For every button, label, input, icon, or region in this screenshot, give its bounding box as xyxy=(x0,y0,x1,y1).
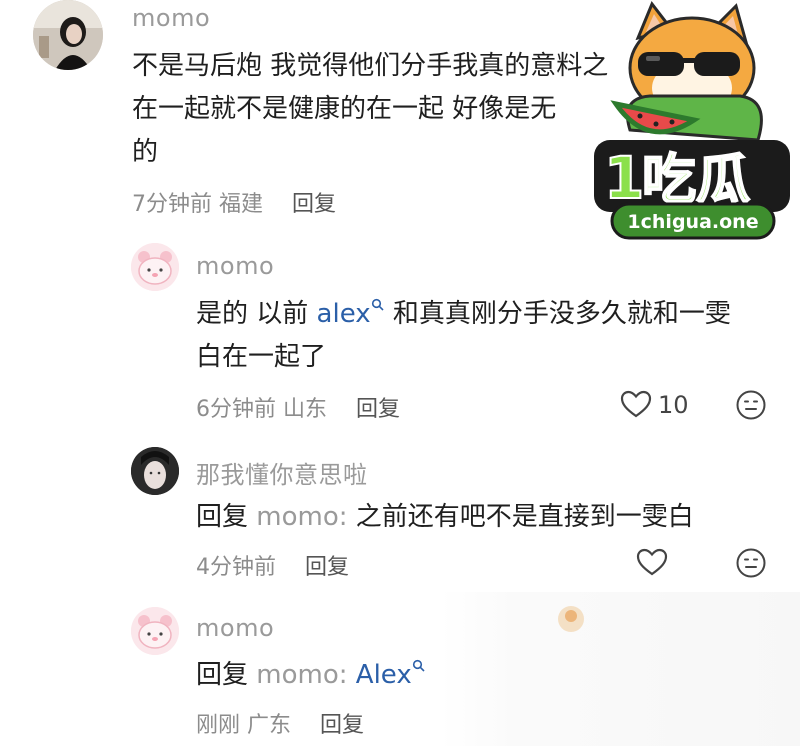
heart-icon[interactable] xyxy=(620,389,652,419)
pink-bear-avatar-icon xyxy=(131,607,179,655)
comment-time: 刚刚 xyxy=(196,713,241,738)
comment-text-line: 不是马后炮 我觉得他们分手我真的意料之 xyxy=(132,51,609,81)
comment-meta: 6分钟前 山东 回复 xyxy=(196,391,400,423)
reply-to-username[interactable]: momo: xyxy=(256,660,347,690)
watermark-domain: 1chigua.one xyxy=(627,211,758,233)
pink-bear-avatar-icon xyxy=(131,243,179,291)
search-mark-icon xyxy=(371,299,384,311)
avatar[interactable] xyxy=(33,0,103,70)
comment-meta: 7分钟前 福建 回复 xyxy=(132,186,336,218)
comment-time: 6分钟前 xyxy=(196,397,276,422)
comment-time: 7分钟前 xyxy=(132,192,212,217)
comment-thread: momo 不是马后炮 我觉得他们分手我真的意料之 在一起就不是健康的在一起 好像… xyxy=(0,0,800,746)
comment-text-part: 之前还有吧不是直接到一雯白 xyxy=(347,502,694,532)
emoji-icon[interactable] xyxy=(735,389,767,421)
emoji-icon[interactable] xyxy=(735,547,767,579)
comment-text-part: 和真真刚分手没多久就和一雯 xyxy=(384,299,731,329)
avatar-photo xyxy=(131,447,179,495)
comment-location: 山东 xyxy=(283,397,328,422)
like-count: 10 xyxy=(658,391,689,419)
avatar[interactable] xyxy=(131,243,179,291)
comment-location: 广东 xyxy=(247,713,292,738)
watermark-title: 吃瓜 xyxy=(642,148,750,211)
comment-text-line: 的 xyxy=(132,137,159,167)
comment-meta: 4分钟前 回复 xyxy=(196,549,349,581)
comment-username[interactable]: 那我懂你意思啦 xyxy=(196,455,368,490)
mention-link[interactable]: Alex xyxy=(356,660,426,690)
avatar-photo xyxy=(33,0,103,70)
chigua-watermark-logo: 1 吃瓜 1chigua.one xyxy=(590,0,795,250)
comment-text-line: 回复 momo: Alex xyxy=(196,654,426,696)
hamster-mascot-icon: 1 吃瓜 1chigua.one xyxy=(594,1,790,240)
comment-text-line: 白在一起了 xyxy=(196,342,327,372)
watermark-number: 1 xyxy=(604,144,644,212)
reply-prefix: 回复 xyxy=(196,502,249,532)
heart-icon[interactable] xyxy=(636,547,668,577)
reply-button[interactable]: 回复 xyxy=(320,713,364,738)
blurred-avatar-icon xyxy=(558,606,584,632)
mention-name: alex xyxy=(316,299,371,329)
avatar[interactable] xyxy=(131,447,179,495)
blurred-overlay xyxy=(440,592,800,746)
comment-text-part: 是的 以前 xyxy=(196,299,317,329)
comment-location: 福建 xyxy=(219,192,264,217)
comment-text-line: 在一起就不是健康的在一起 好像是无 xyxy=(132,94,557,124)
comment-text-line: 是的 以前 alex 和真真刚分手没多久就和一雯 xyxy=(196,293,731,335)
comment-username[interactable]: momo xyxy=(196,252,274,280)
comment-username[interactable]: momo xyxy=(196,614,274,642)
search-mark-icon xyxy=(412,660,425,672)
reply-button[interactable]: 回复 xyxy=(356,397,400,422)
avatar[interactable] xyxy=(131,607,179,655)
mention-name: Alex xyxy=(355,660,412,690)
comment-meta: 刚刚 广东 回复 xyxy=(196,707,364,739)
comment-time: 4分钟前 xyxy=(196,555,276,580)
mention-link[interactable]: alex xyxy=(317,299,385,329)
comment-text-line: 回复 momo: 之前还有吧不是直接到一雯白 xyxy=(196,496,694,538)
reply-button[interactable]: 回复 xyxy=(305,555,349,580)
comment-username[interactable]: momo xyxy=(132,4,210,32)
reply-to-username[interactable]: momo: xyxy=(256,502,347,532)
reply-button[interactable]: 回复 xyxy=(292,192,336,217)
reply-prefix: 回复 xyxy=(196,660,249,690)
